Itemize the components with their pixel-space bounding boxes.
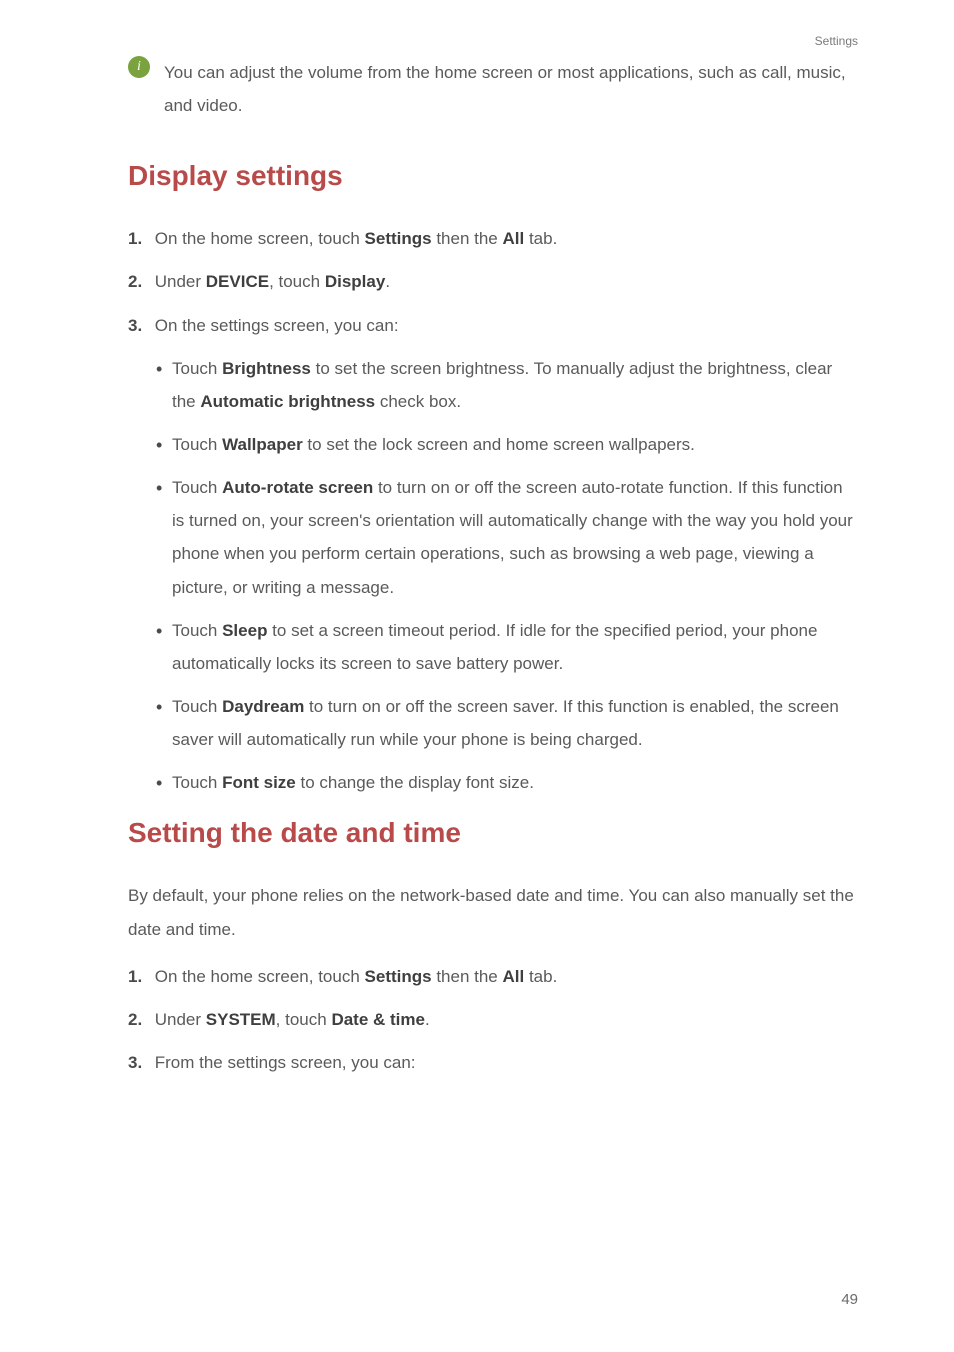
- header-section-label: Settings: [815, 34, 858, 48]
- bullet-text: Touch: [172, 773, 222, 792]
- step-text: tab.: [524, 967, 557, 986]
- bullet-brightness: Touch Brightness to set the screen brigh…: [156, 352, 858, 418]
- step-1: 1. On the home screen, touch Settings th…: [128, 222, 858, 255]
- step-text: , touch: [269, 272, 325, 291]
- bold-wallpaper: Wallpaper: [222, 435, 303, 454]
- step-text: .: [385, 272, 390, 291]
- step-text: then the: [432, 967, 503, 986]
- step-text: On the home screen, touch: [155, 229, 365, 248]
- step-number: 1.: [128, 960, 150, 993]
- bullet-text: Touch: [172, 435, 222, 454]
- bold-all: All: [502, 967, 524, 986]
- bold-auto-rotate: Auto-rotate screen: [222, 478, 373, 497]
- page-number: 49: [841, 1291, 858, 1308]
- step-text: .: [425, 1010, 430, 1029]
- step-text: From the settings screen, you can:: [155, 1053, 416, 1072]
- step-3-dt: 3. From the settings screen, you can:: [128, 1046, 858, 1079]
- info-text: You can adjust the volume from the home …: [164, 56, 858, 122]
- bullet-font-size: Touch Font size to change the display fo…: [156, 766, 858, 799]
- step-2: 2. Under DEVICE, touch Display.: [128, 265, 858, 298]
- step-text: Under: [155, 272, 206, 291]
- bullet-daydream: Touch Daydream to turn on or off the scr…: [156, 690, 858, 756]
- bullet-text: check box.: [375, 392, 461, 411]
- bold-brightness: Brightness: [222, 359, 311, 378]
- bold-date-time: Date & time: [331, 1010, 425, 1029]
- bold-system: SYSTEM: [206, 1010, 276, 1029]
- bold-sleep: Sleep: [222, 621, 267, 640]
- step-number: 1.: [128, 222, 150, 255]
- info-icon: i: [128, 56, 150, 78]
- bold-settings: Settings: [365, 229, 432, 248]
- bullet-text: Touch: [172, 359, 222, 378]
- step-text: Under: [155, 1010, 206, 1029]
- heading-date-time: Setting the date and time: [128, 817, 858, 849]
- step-number: 3.: [128, 1046, 150, 1079]
- bullet-text: to set a screen timeout period. If idle …: [172, 621, 817, 673]
- step-text: , touch: [276, 1010, 332, 1029]
- bullet-text: to change the display font size.: [296, 773, 534, 792]
- heading-display-settings: Display settings: [128, 160, 858, 192]
- bullet-text: Touch: [172, 697, 222, 716]
- bullet-text: Touch: [172, 621, 222, 640]
- step-1-dt: 1. On the home screen, touch Settings th…: [128, 960, 858, 993]
- bullet-text: Touch: [172, 478, 222, 497]
- bold-auto-brightness: Automatic brightness: [200, 392, 375, 411]
- step-number: 3.: [128, 309, 150, 342]
- bold-settings: Settings: [365, 967, 432, 986]
- info-note: i You can adjust the volume from the hom…: [128, 56, 858, 122]
- bold-all: All: [502, 229, 524, 248]
- bullet-text: to set the lock screen and home screen w…: [303, 435, 695, 454]
- bullet-sleep: Touch Sleep to set a screen timeout peri…: [156, 614, 858, 680]
- step-text: tab.: [524, 229, 557, 248]
- step-text: On the home screen, touch: [155, 967, 365, 986]
- bullet-auto-rotate: Touch Auto-rotate screen to turn on or o…: [156, 471, 858, 604]
- bold-display: Display: [325, 272, 385, 291]
- bold-daydream: Daydream: [222, 697, 304, 716]
- bullet-wallpaper: Touch Wallpaper to set the lock screen a…: [156, 428, 858, 461]
- step-number: 2.: [128, 1003, 150, 1036]
- bullet-list: Touch Brightness to set the screen brigh…: [156, 352, 858, 800]
- intro-text: By default, your phone relies on the net…: [128, 879, 858, 945]
- bold-device: DEVICE: [206, 272, 269, 291]
- step-3: 3. On the settings screen, you can:: [128, 309, 858, 342]
- step-2-dt: 2. Under SYSTEM, touch Date & time.: [128, 1003, 858, 1036]
- step-text: then the: [432, 229, 503, 248]
- step-text: On the settings screen, you can:: [155, 316, 399, 335]
- step-number: 2.: [128, 265, 150, 298]
- bold-font-size: Font size: [222, 773, 296, 792]
